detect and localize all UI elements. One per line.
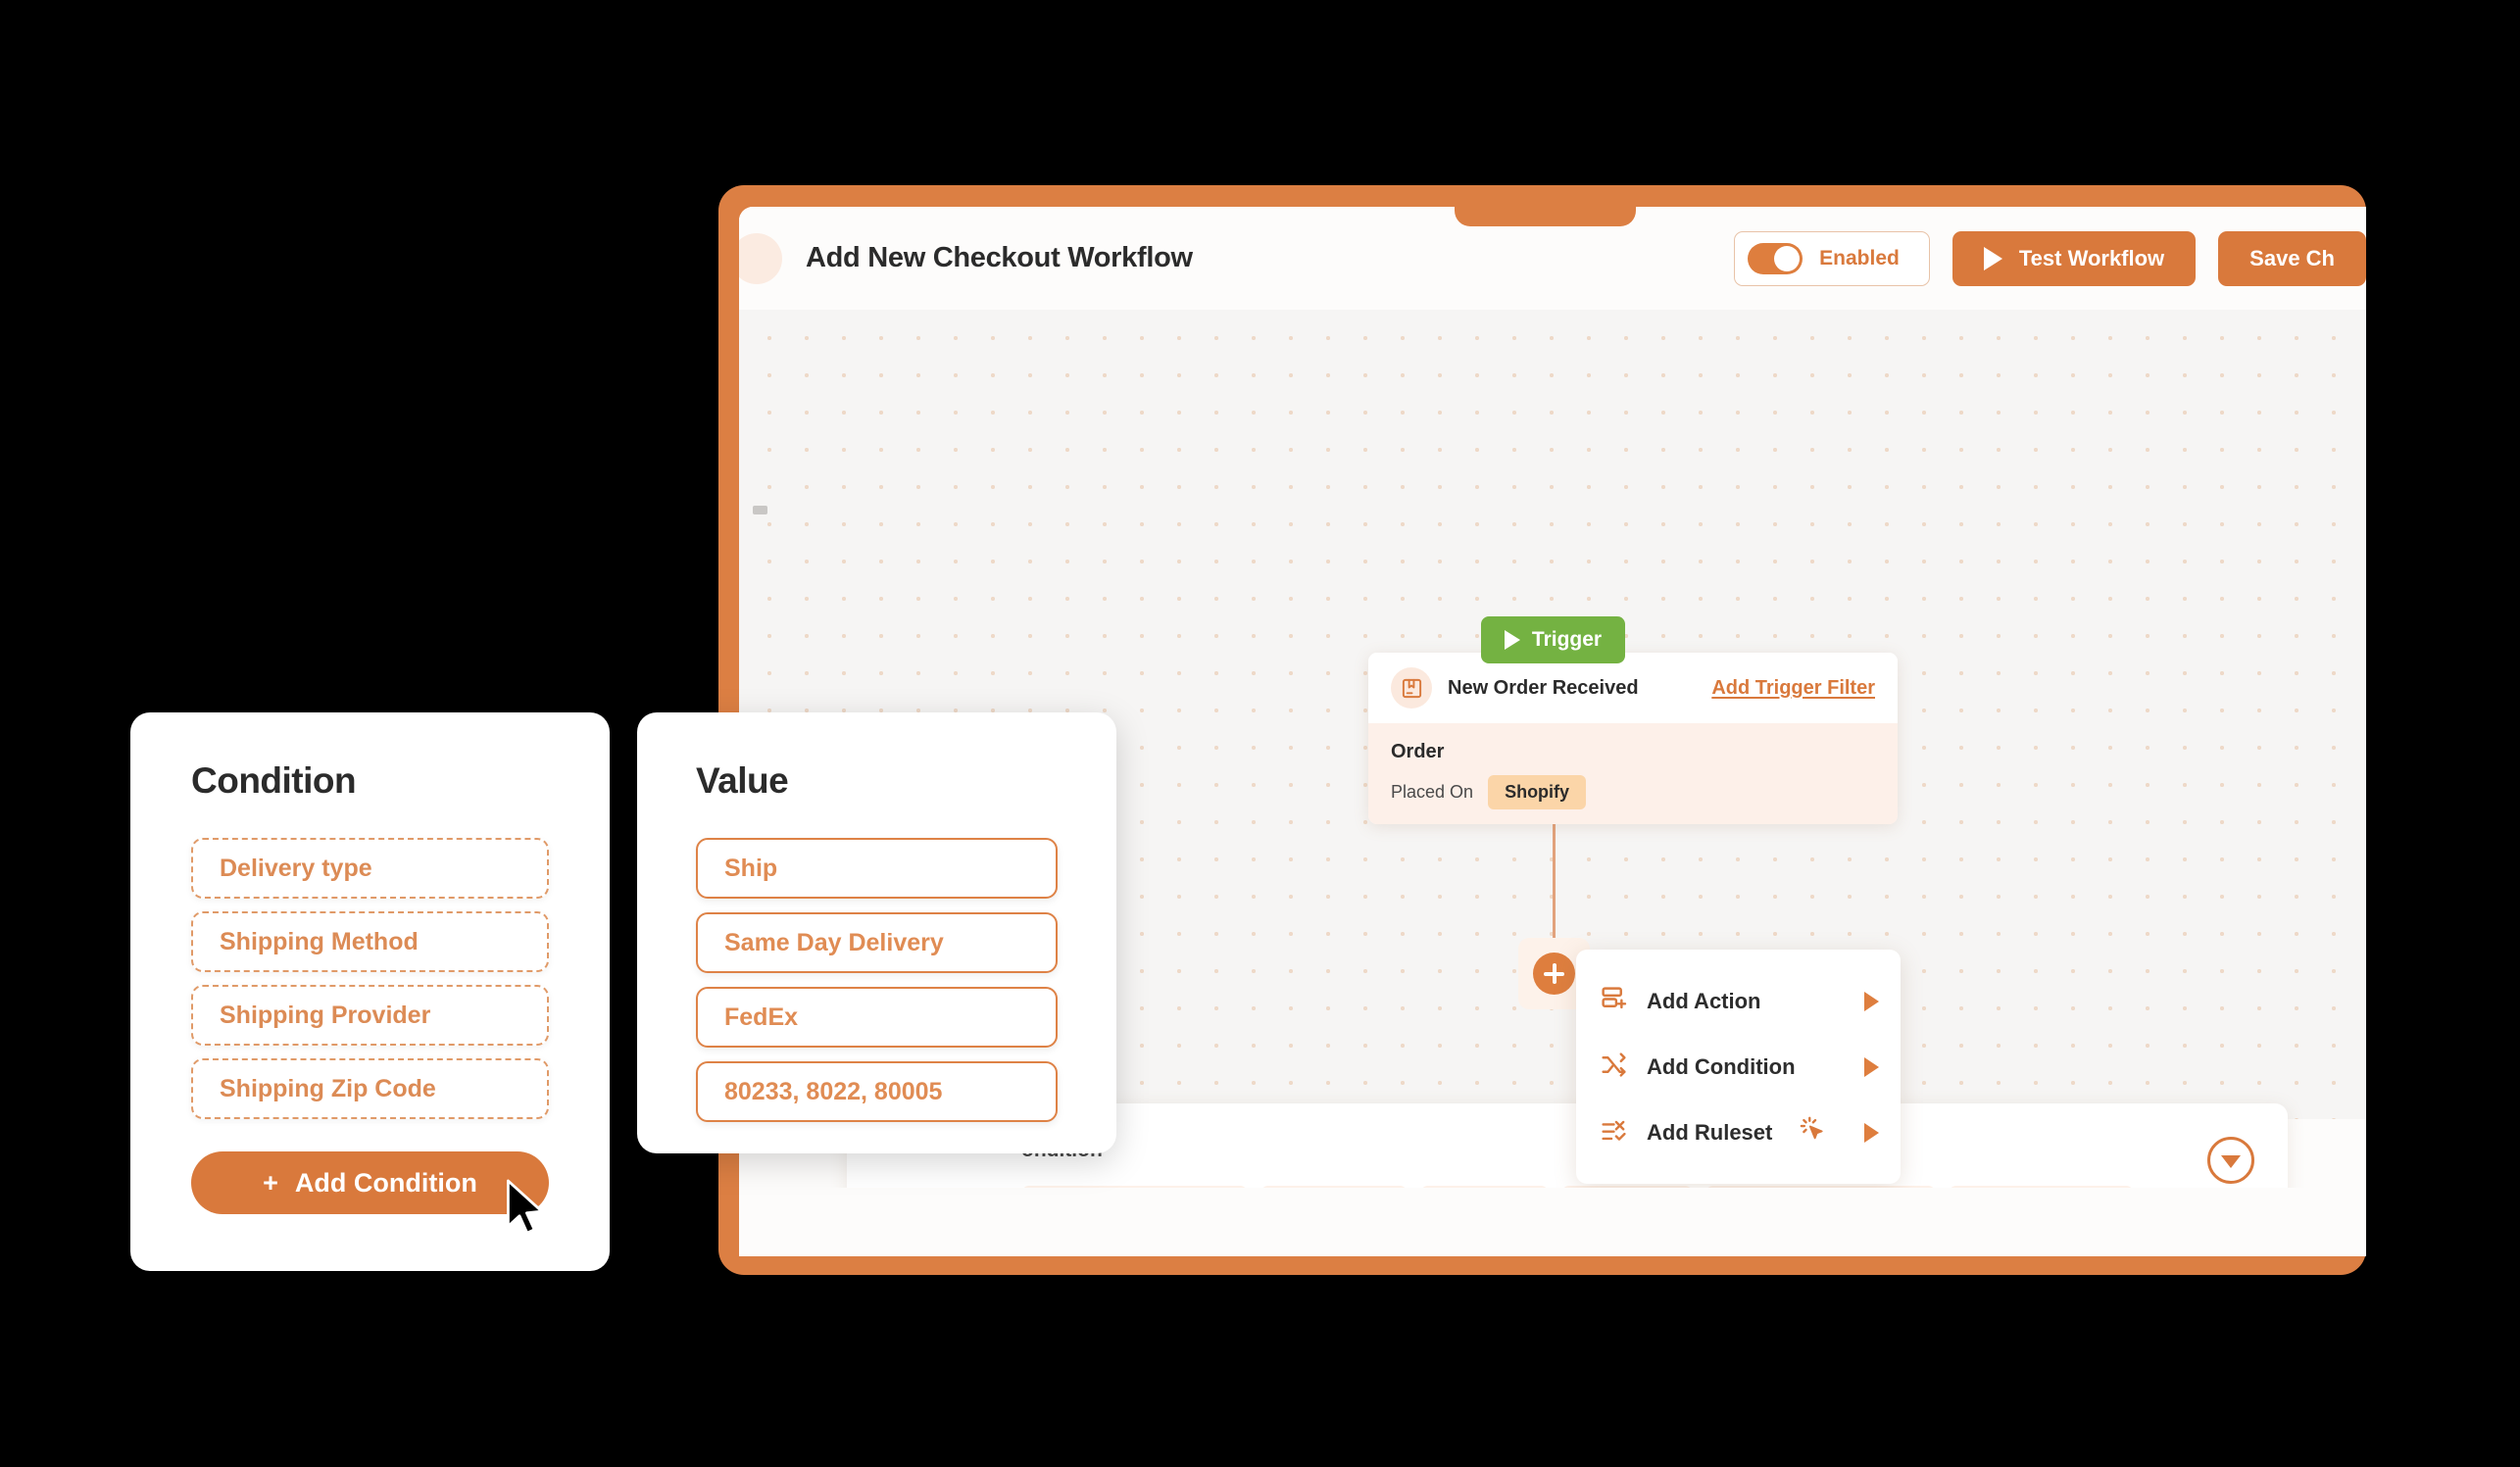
value-option-label: Ship bbox=[724, 854, 778, 882]
play-icon bbox=[1504, 630, 1520, 650]
order-box-icon bbox=[1391, 667, 1432, 709]
enabled-toggle[interactable]: Enabled bbox=[1734, 230, 1930, 286]
condition-option-shipping-method[interactable]: Shipping Method bbox=[191, 911, 549, 972]
value-option-ship[interactable]: Ship bbox=[696, 838, 1058, 899]
chevron-down-circle-icon[interactable] bbox=[2207, 1137, 2254, 1184]
condition-option-label: Shipping Provider bbox=[220, 1001, 431, 1029]
screenshot-root: Add New Checkout Workflow Enabled Test W… bbox=[0, 0, 2520, 1467]
test-workflow-button[interactable]: Test Workflow bbox=[1952, 230, 2197, 286]
trigger-section-label: Order bbox=[1391, 741, 1445, 762]
value-option-zip-codes[interactable]: 80233, 8022, 80005 bbox=[696, 1061, 1058, 1122]
page-title: Add New Checkout Workflow bbox=[806, 242, 1193, 273]
device-notch bbox=[1455, 185, 1636, 226]
trigger-field-key: Placed On bbox=[1391, 782, 1474, 802]
action-chip-row: Order Fulfillment Nil Items Cancel Refun… bbox=[1021, 1186, 2134, 1188]
add-condition-button[interactable]: + Add Condition bbox=[191, 1151, 549, 1214]
chip-payment-options[interactable]: Payment Options bbox=[1705, 1186, 1936, 1188]
chip-nil-items[interactable]: Nil Items bbox=[1260, 1186, 1408, 1188]
chevron-down-glyph bbox=[2221, 1155, 2241, 1168]
condition-option-shipping-provider[interactable]: Shipping Provider bbox=[191, 985, 549, 1046]
flow-connector-line bbox=[1553, 824, 1556, 948]
condition-option-delivery-type[interactable]: Delivery type bbox=[191, 838, 549, 899]
trigger-field-value-chip: Shopify bbox=[1488, 775, 1587, 809]
value-panel-heading: Value bbox=[696, 760, 789, 801]
plus-icon: + bbox=[263, 1167, 278, 1198]
value-option-label: 80233, 8022, 80005 bbox=[724, 1077, 943, 1105]
menu-item-label: Add Condition bbox=[1647, 1053, 1796, 1079]
add-action-icon bbox=[1600, 985, 1628, 1018]
condition-option-label: Shipping Method bbox=[220, 927, 419, 955]
value-panel[interactable]: Value Ship Same Day Delivery FedEx 80233… bbox=[637, 712, 1116, 1153]
menu-item-add-ruleset[interactable]: Add Ruleset bbox=[1576, 1100, 1901, 1165]
trigger-badge[interactable]: Trigger bbox=[1481, 616, 1625, 663]
mouse-cursor bbox=[506, 1179, 551, 1245]
add-condition-icon bbox=[1600, 1051, 1628, 1084]
chip-notifications[interactable]: Notifications bbox=[1948, 1186, 2134, 1188]
menu-item-label: Add Ruleset bbox=[1647, 1119, 1773, 1145]
chip-refund[interactable]: Refund bbox=[1560, 1186, 1693, 1188]
trigger-card-header: New Order Received Add Trigger Filter bbox=[1368, 653, 1898, 723]
trigger-card-body: Order Placed On Shopify bbox=[1368, 723, 1898, 824]
menu-item-add-action[interactable]: Add Action bbox=[1576, 968, 1901, 1034]
menu-item-add-condition[interactable]: Add Condition bbox=[1576, 1034, 1901, 1100]
condition-panel-heading: Condition bbox=[191, 760, 357, 801]
toggle-label: Enabled bbox=[1819, 246, 1900, 269]
value-option-fedex[interactable]: FedEx bbox=[696, 987, 1058, 1048]
add-condition-button-label: Add Condition bbox=[294, 1167, 477, 1198]
trigger-field-row: Placed On Shopify bbox=[1391, 775, 1875, 809]
trigger-card[interactable]: New Order Received Add Trigger Filter Or… bbox=[1368, 653, 1898, 824]
click-cursor-sparkle-icon bbox=[1799, 1115, 1828, 1149]
value-option-label: FedEx bbox=[724, 1002, 799, 1031]
value-option-same-day-delivery[interactable]: Same Day Delivery bbox=[696, 912, 1058, 973]
value-option-label: Same Day Delivery bbox=[724, 928, 944, 956]
back-circle-icon[interactable] bbox=[739, 232, 782, 284]
add-ruleset-icon bbox=[1600, 1116, 1628, 1149]
test-workflow-label: Test Workflow bbox=[2018, 245, 2165, 270]
trigger-badge-label: Trigger bbox=[1531, 628, 1603, 651]
header-actions: Enabled Test Workflow Save Ch bbox=[1734, 230, 2366, 286]
caret-right-icon bbox=[1864, 991, 1879, 1011]
condition-option-label: Shipping Zip Code bbox=[220, 1074, 436, 1102]
plus-icon bbox=[1533, 953, 1575, 995]
trigger-card-title: New Order Received bbox=[1448, 676, 1639, 699]
chip-order-fulfillment[interactable]: Order Fulfillment bbox=[1021, 1186, 1249, 1188]
chip-cancel[interactable]: Cancel bbox=[1419, 1186, 1549, 1188]
condition-option-shipping-zip-code[interactable]: Shipping Zip Code bbox=[191, 1058, 549, 1119]
play-icon bbox=[1983, 246, 2002, 270]
toggle-track[interactable] bbox=[1748, 242, 1804, 274]
canvas-control-handle[interactable] bbox=[753, 506, 767, 514]
caret-right-icon bbox=[1864, 1056, 1879, 1077]
menu-item-label: Add Action bbox=[1647, 988, 1761, 1013]
add-trigger-filter-link[interactable]: Add Trigger Filter bbox=[1711, 677, 1875, 700]
caret-right-icon bbox=[1864, 1122, 1879, 1143]
condition-option-label: Delivery type bbox=[220, 854, 372, 882]
save-changes-label: Save Ch bbox=[2249, 245, 2335, 270]
save-changes-button[interactable]: Save Ch bbox=[2218, 230, 2366, 286]
node-context-menu[interactable]: Add Action Add Condition Add Ruleset bbox=[1576, 950, 1901, 1184]
toggle-knob bbox=[1774, 245, 1801, 271]
